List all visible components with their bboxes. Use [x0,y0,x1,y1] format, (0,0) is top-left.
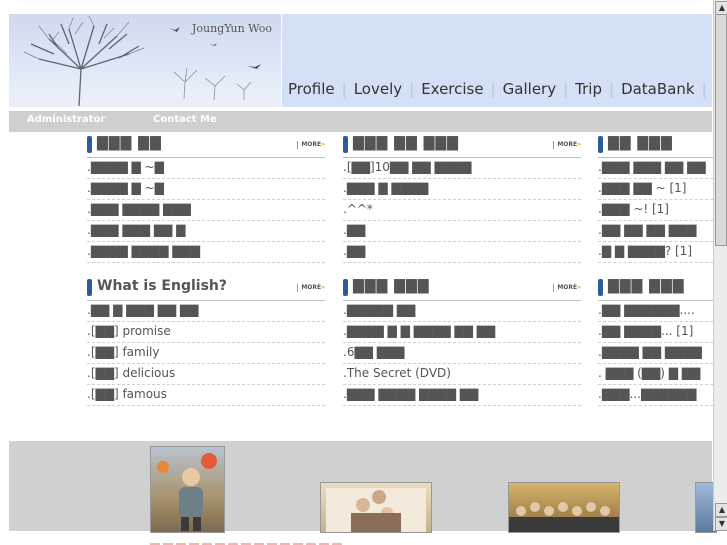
contact-me-link[interactable]: Contact Me [153,114,217,125]
board-box-1: ▇▇▇ ▇▇ MORE» .▇▇▇▇ ▇ ~▇ .▇▇▇▇ ▇ ~▇ .▇▇▇ … [87,135,325,263]
list-item[interactable]: .▇ ▇ ▇▇▇▇? [1] [598,242,713,263]
list-item[interactable]: .▇▇▇...▇▇▇▇▇▇ [598,385,713,406]
gallery-photo[interactable] [150,446,225,533]
board-box-6: ▇▇▇ ▇▇▇ .▇▇ ▇▇▇▇▇▇.... .▇▇ ▇▇▇▇... [1] .… [598,278,713,406]
box-accent-bar [343,279,348,296]
box-title[interactable]: ▇▇▇ ▇▇▇ [608,278,684,294]
more-button[interactable]: MORE» [553,141,581,149]
group-photo-thumbnail [509,502,619,532]
board-box-2: ▇▇▇ ▇▇ ▇▇▇ MORE» .[▇▇]10▇▇ ▇▇ ▇▇▇▇ .▇▇▇ … [343,135,581,263]
child-photo-thumbnail [157,453,217,531]
more-button[interactable]: MORE» [553,284,581,292]
nav-gallery[interactable]: Gallery [503,80,556,98]
nav-databank[interactable]: DataBank [621,80,695,98]
list-item[interactable]: .▇▇▇ ▇ ▇▇▇▇ [343,179,581,200]
scroll-up-icon[interactable]: ▲ [715,503,727,517]
list-item[interactable]: .▇▇▇ ▇▇▇▇ ▇▇▇▇ ▇▇ [343,385,581,406]
nav-separator: | [609,80,615,98]
list-item[interactable]: .[▇▇] promise [87,322,325,343]
box-title[interactable]: ▇▇▇ ▇▇▇ [353,278,429,294]
list-item[interactable]: . ▇▇▇ (▇▇) ▇ ▇▇ [598,364,713,385]
box-title[interactable]: ▇▇ ▇▇▇ [608,135,673,151]
sub-navigation-bar: Administrator Contact Me [9,111,712,132]
photo-gallery-strip [9,441,717,533]
family-photo-thumbnail [326,488,426,532]
list-item[interactable]: .▇▇ [343,242,581,263]
list-item[interactable]: .▇▇▇ ▇▇ ~ [1] [598,179,713,200]
nav-lovely[interactable]: Lovely [354,80,402,98]
nav-separator: | [701,80,707,98]
list-item[interactable]: .▇▇▇ ▇▇▇▇ ▇▇▇ [87,200,325,221]
list-item[interactable]: .[▇▇] delicious [87,364,325,385]
list-item[interactable]: .^^* [343,200,581,221]
nav-separator: | [341,80,347,98]
box-accent-bar [87,136,92,153]
header: JoungYun Woo Profile | Lovely | Exercise | Gal… [0,0,712,111]
box-title[interactable]: What is English? [97,278,227,294]
box-title[interactable]: ▇▇▇ ▇▇ [97,135,162,151]
list-item[interactable]: .[▇▇]10▇▇ ▇▇ ▇▇▇▇ [343,158,581,179]
list-item[interactable]: .6▇▇ ▇▇▇ [343,343,581,364]
nav-profile[interactable]: Profile [288,80,335,98]
more-button[interactable]: MORE» [297,284,325,292]
scroll-up-icon[interactable]: ▲ [715,1,727,15]
nav-separator: | [563,80,569,98]
nav-exercise[interactable]: Exercise [421,80,483,98]
vertical-scrollbar[interactable]: ▲ ▲ ▼ [713,0,727,531]
list-item[interactable]: .▇▇ ▇ ▇▇▇ ▇▇ ▇▇ [87,301,325,322]
list-item[interactable]: .▇▇ ▇▇▇▇... [1] [598,322,713,343]
administrator-link[interactable]: Administrator [27,114,105,125]
list-item[interactable]: .▇▇▇▇ ▇ ▇ ▇▇▇▇ ▇▇ ▇▇ [343,322,581,343]
scrollbar-thumb[interactable] [715,14,727,246]
scroll-down-icon[interactable]: ▼ [715,517,727,531]
box-title[interactable]: ▇▇▇ ▇▇ ▇▇▇ [353,135,459,151]
list-item[interactable]: .▇▇▇ ~! [1] [598,200,713,221]
logo-text: JoungYun Woo [191,22,272,35]
list-item[interactable]: .▇▇▇▇ ▇ ~▇ [87,158,325,179]
main-navigation: Profile | Lovely | Exercise | Gallery | Trip | Dat… [282,14,712,107]
nav-separator: | [490,80,496,98]
box-accent-bar [598,279,603,296]
nav-separator: | [409,80,415,98]
list-item[interactable]: .▇▇ [343,221,581,242]
board-box-4: What is English? MORE» .▇▇ ▇ ▇▇▇ ▇▇ ▇▇ .… [87,278,325,406]
list-item[interactable]: .▇▇▇▇ ▇▇▇▇ ▇▇▇ [87,242,325,263]
list-item[interactable]: .[▇▇] family [87,343,325,364]
gallery-photo[interactable] [320,482,432,533]
nav-trip[interactable]: Trip [575,80,602,98]
list-item[interactable]: .▇▇▇▇▇ ▇▇ [343,301,581,322]
list-item[interactable]: .▇▇ ▇▇ ▇▇ ▇▇▇ [598,221,713,242]
site-logo[interactable]: JoungYun Woo [9,14,281,107]
box-accent-bar [87,279,92,296]
list-item[interactable]: .▇▇▇ ▇▇▇ ▇▇ ▇ [87,221,325,242]
list-item[interactable]: .▇▇▇▇ ▇▇ ▇▇▇▇ [598,343,713,364]
list-item[interactable]: .▇▇▇ ▇▇▇ ▇▇ ▇▇ [598,158,713,179]
board-box-5: ▇▇▇ ▇▇▇ MORE» .▇▇▇▇▇ ▇▇ .▇▇▇▇ ▇ ▇ ▇▇▇▇ ▇… [343,278,581,406]
box-accent-bar [343,136,348,153]
board-box-3: ▇▇ ▇▇▇ .▇▇▇ ▇▇▇ ▇▇ ▇▇ .▇▇▇ ▇▇ ~ [1] .▇▇▇… [598,135,713,263]
list-item[interactable]: .▇▇▇▇ ▇ ~▇ [87,179,325,200]
list-item[interactable]: .The Secret (DVD) [343,364,581,385]
list-item[interactable]: .[▇▇] famous [87,385,325,406]
gallery-photo[interactable] [508,482,620,533]
box-accent-bar [598,136,603,153]
more-button[interactable]: MORE» [297,141,325,149]
list-item[interactable]: .▇▇ ▇▇▇▇▇▇.... [598,301,713,322]
